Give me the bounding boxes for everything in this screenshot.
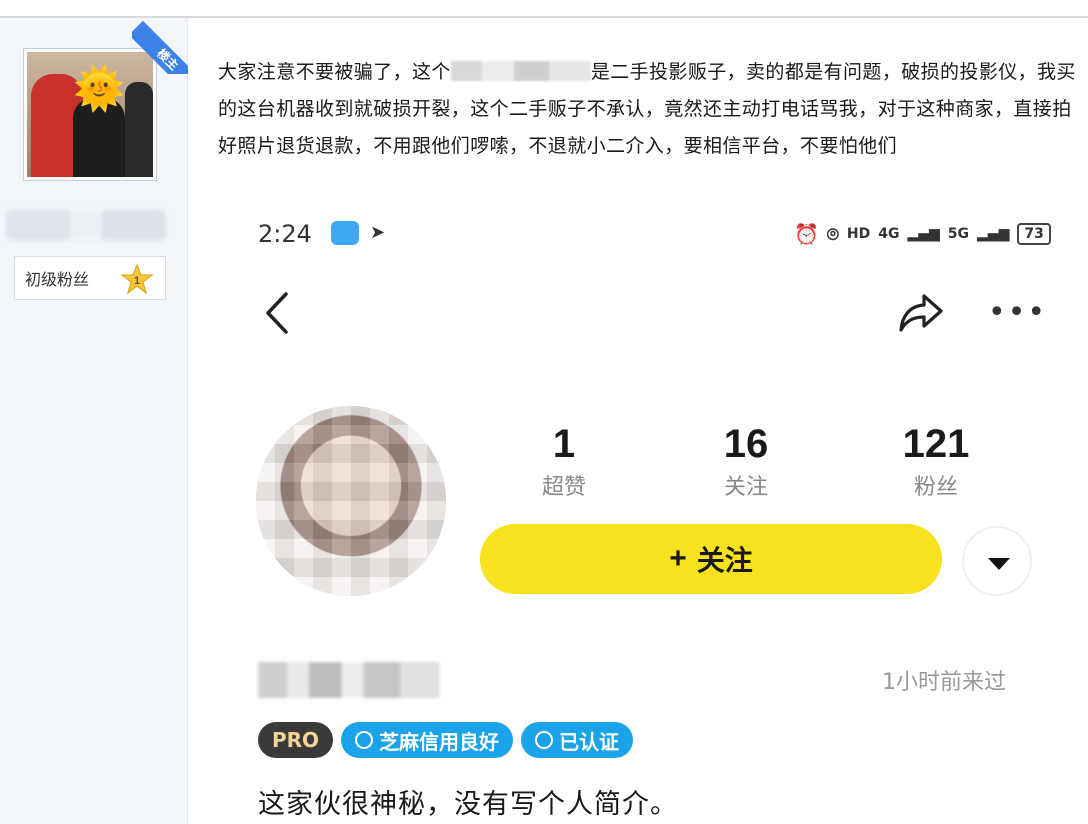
stat-following[interactable]: 16 关注 xyxy=(686,422,806,502)
stat-likes-value: 1 xyxy=(552,422,576,466)
fan-level-label: 初级粉丝 xyxy=(25,270,90,289)
stat-following-value: 16 xyxy=(723,422,769,466)
stat-following-label: 关注 xyxy=(723,475,768,500)
embedded-profile-screenshot: 2:24 ➤ ⏰ ⌾ HD 4G ▂▄▆ 5G ▂▄▆ 73 ••• 1 超赞 … xyxy=(218,200,1082,824)
signal-bars-icon-2: ▂▄▆ xyxy=(977,226,1010,242)
stat-likes[interactable]: 1 超赞 xyxy=(504,422,624,502)
flame-icon xyxy=(355,731,374,749)
caret-down-icon xyxy=(988,558,1010,570)
author-sidebar: 🌞 楼主 初级粉丝 1 xyxy=(0,18,188,824)
redacted-shop-name xyxy=(450,61,591,81)
post-content: 大家注意不要被骗了，这个 是二手投影贩子，卖的都是有问题，破损的投影仪，我买的这台… xyxy=(218,54,1078,165)
profile-tags: PRO 芝麻信用良好 已认证 xyxy=(258,722,634,758)
more-options-icon[interactable]: ••• xyxy=(988,298,1047,328)
signal-bars-icon: ▂▄▆ xyxy=(907,226,940,242)
profile-avatar-pixelated[interactable] xyxy=(256,406,446,596)
app-notification-icon xyxy=(331,221,359,245)
star-level-icon: 1 xyxy=(121,263,153,295)
pro-badge[interactable]: PRO xyxy=(258,722,334,758)
verified-user-icon xyxy=(535,731,554,749)
status-time: 2:24 xyxy=(258,220,312,248)
fan-level-badge[interactable]: 初级粉丝 1 xyxy=(14,256,166,300)
author-username-redacted xyxy=(6,210,166,240)
profile-bio: 这家伙很神秘，没有写个人简介。 xyxy=(258,789,678,820)
stat-followers[interactable]: 121 粉丝 xyxy=(876,422,996,502)
follow-button-label: 关注 xyxy=(696,545,753,576)
recommend-dropdown-button[interactable] xyxy=(962,526,1032,596)
back-arrow-icon[interactable] xyxy=(262,290,292,336)
owner-ribbon: 楼主 xyxy=(132,18,188,74)
stat-followers-value: 121 xyxy=(902,422,970,466)
location-arrow-icon: ➤ xyxy=(370,222,386,243)
battery-icon: 73 xyxy=(1017,223,1051,245)
stat-likes-label: 超赞 xyxy=(541,475,586,500)
sun-sticker-icon: 🌞 xyxy=(73,64,126,113)
owner-badge-label: 楼主 xyxy=(132,20,188,74)
verified-badge-label: 已认证 xyxy=(559,729,620,754)
follow-button[interactable]: + 关注 xyxy=(480,524,942,594)
hd-label: HD xyxy=(846,226,871,242)
network-5g: 5G xyxy=(947,226,970,242)
credit-badge-label: 芝麻信用良好 xyxy=(379,729,500,754)
location-pin-icon: ⌾ xyxy=(826,222,839,246)
credit-badge[interactable]: 芝麻信用良好 xyxy=(341,722,514,758)
profile-name-redacted xyxy=(258,662,440,698)
star-level-number: 1 xyxy=(134,275,140,287)
post-text-part-1: 大家注意不要被骗了，这个 xyxy=(218,61,451,83)
last-seen-text: 1小时前来过 xyxy=(882,670,1006,695)
stat-followers-label: 粉丝 xyxy=(913,475,958,500)
share-icon[interactable] xyxy=(898,292,944,334)
alarm-icon: ⏰ xyxy=(794,222,819,246)
status-icons: ⏰ ⌾ HD 4G ▂▄▆ 5G ▂▄▆ 73 xyxy=(794,222,1051,246)
plus-icon: + xyxy=(669,542,687,575)
verified-badge[interactable]: 已认证 xyxy=(521,722,634,758)
network-4g: 4G xyxy=(878,226,900,242)
